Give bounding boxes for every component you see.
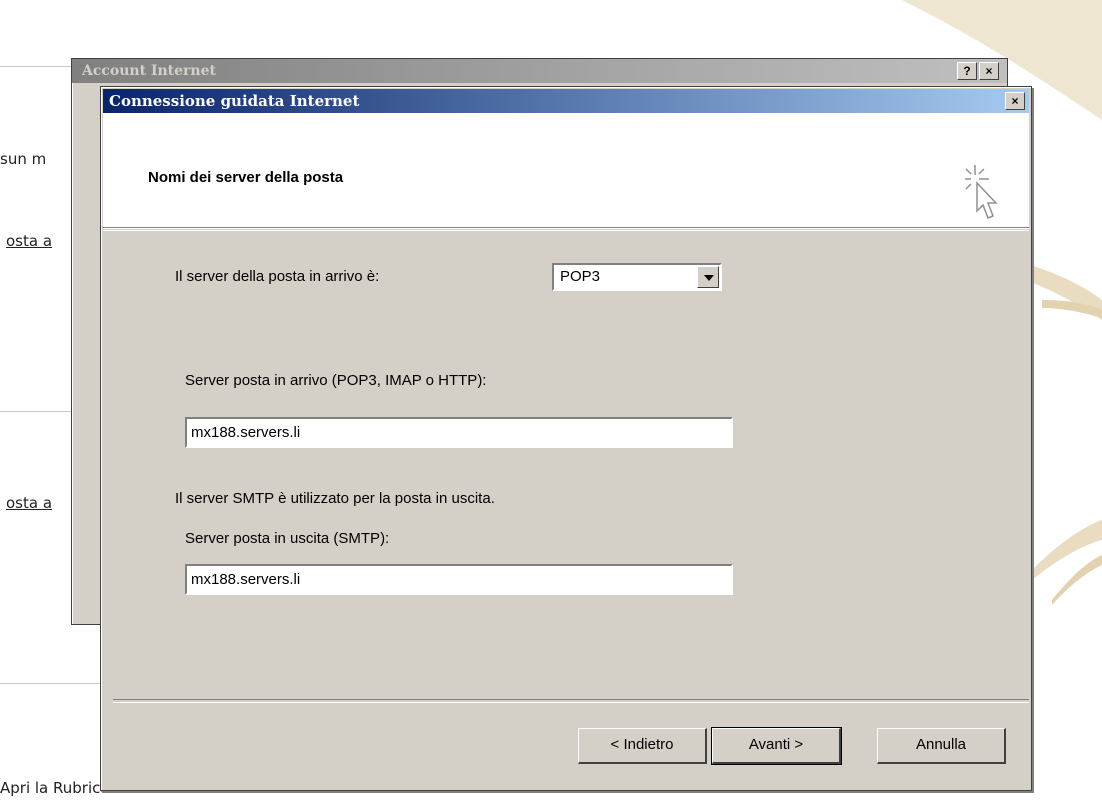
wizard-titlebar: Connessione guidata Internet ×	[103, 89, 1029, 113]
wizard-cursor-sparkle-icon	[965, 165, 998, 219]
bg-link-fragment[interactable]: osta a	[6, 494, 52, 512]
wizard-header: Nomi dei server della posta	[103, 113, 1029, 229]
wizard-heading: Nomi dei server della posta	[148, 169, 344, 186]
incoming-server-label: Server posta in arrivo (POP3, IMAP o HTT…	[185, 372, 487, 389]
smtp-info-text: Il server SMTP è utilizzato per la posta…	[175, 490, 495, 507]
footer-separator	[113, 699, 1029, 703]
header-separator	[103, 227, 1029, 231]
wizard-title: Connessione guidata Internet	[109, 92, 360, 110]
wizard-close-button[interactable]: ×	[1005, 92, 1025, 110]
back-button[interactable]: < Indietro	[578, 728, 707, 764]
incoming-type-label: Il server della posta in arrivo è:	[175, 268, 380, 285]
incoming-server-input[interactable]	[185, 417, 733, 448]
outgoing-server-label: Server posta in uscita (SMTP):	[185, 530, 390, 547]
next-button[interactable]: Avanti >	[711, 727, 842, 765]
outgoing-server-input[interactable]	[185, 564, 733, 595]
help-button[interactable]: ?	[957, 62, 977, 80]
incoming-type-select[interactable]: POP3	[552, 263, 722, 291]
account-internet-titlebar: Account Internet ? ×	[72, 59, 1007, 83]
incoming-type-value: POP3	[560, 268, 601, 285]
bg-link-fragment[interactable]: osta a	[6, 232, 52, 250]
cancel-button[interactable]: Annulla	[877, 728, 1006, 764]
close-button[interactable]: ×	[979, 62, 999, 80]
connection-wizard-dialog: Connessione guidata Internet × Nomi dei …	[100, 86, 1032, 791]
bg-text-fragment: sun m	[0, 150, 47, 168]
bg-divider	[0, 683, 110, 684]
bg-divider	[0, 66, 75, 67]
account-internet-title: Account Internet	[82, 63, 216, 79]
dropdown-arrow-icon[interactable]	[697, 266, 719, 288]
